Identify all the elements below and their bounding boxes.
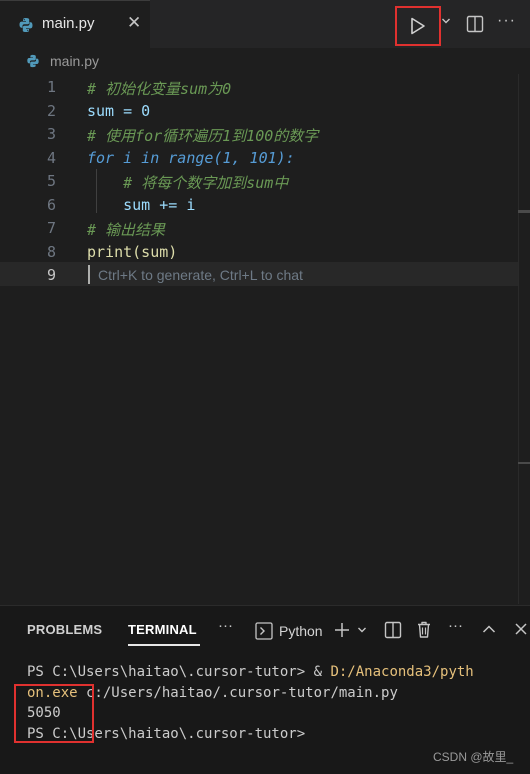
tab-problems[interactable]: PROBLEMS [27,622,102,637]
more-actions-icon[interactable]: ··· [497,12,516,30]
tab-terminal[interactable]: TERMINAL [128,622,197,637]
line-number: 8 [46,242,56,261]
active-tab-indicator [128,644,200,646]
breadcrumb-file[interactable]: main.py [50,53,99,69]
terminal-line: on.exe c:/Users/haitao/.cursor-tutor/mai… [27,683,517,704]
breadcrumb: main.py [0,48,530,74]
trash-icon[interactable] [415,620,433,639]
code-text: # 输出结果 [87,221,166,239]
code-text: print(sum) [87,242,178,261]
terminal-script-path: c:/Users/haitao/.cursor-tutor/main.py [77,684,398,701]
editor-scrollbar[interactable] [518,74,530,604]
close-icon[interactable]: ✕ [127,13,141,33]
ai-hint-text: Ctrl+K to generate, Ctrl+L to chat [98,267,303,283]
code-line-current[interactable]: 9 Ctrl+K to generate, Ctrl+L to chat [0,262,518,286]
panel-overflow-icon[interactable]: ··· [448,617,463,634]
text-cursor [88,265,90,284]
code-line[interactable]: 5 # 将每个数字加到sum中 [0,168,518,192]
terminal-line: PS C:\Users\haitao\.cursor-tutor> & D:/A… [27,662,517,683]
code-line[interactable]: 4 for i in range(1, 101): [0,145,518,169]
line-number: 7 [46,219,56,237]
split-editor-icon[interactable] [466,15,484,33]
scrollbar-marker [518,462,530,464]
scrollbar-marker [518,210,530,213]
python-file-icon [19,18,33,32]
terminal-icon[interactable] [255,622,273,640]
tab-label: main.py [42,15,95,32]
terminal-exe-path: D:/Anaconda3/pyth [330,664,474,680]
code-line[interactable]: 1 # 初始化变量sum为0 [0,74,518,98]
chevron-up-icon[interactable] [482,623,496,635]
code-text: sum = 0 [87,101,151,120]
line-number: 9 [46,266,56,284]
code-text: # 初始化变量sum为0 [87,80,232,98]
terminal-prompt-line: PS C:\Users\haitao\.cursor-tutor> [27,725,306,742]
code-line[interactable]: 3 # 使用for循环遍历1到100的数字 [0,121,518,145]
chevron-down-icon[interactable] [441,16,451,26]
terminal-result: 5050 [27,705,61,721]
terminal-profile-label[interactable]: Python [279,623,323,639]
split-terminal-icon[interactable] [384,621,402,639]
play-icon [411,17,425,35]
line-number: 2 [46,101,56,120]
watermark: CSDN @故里_ [433,750,514,764]
chevron-down-icon[interactable] [357,625,367,635]
code-text: sum += i [87,195,196,214]
code-line[interactable]: 7 # 输出结果 [0,215,518,239]
code-line[interactable]: 8 print(sum) [0,239,518,263]
line-number: 6 [46,195,56,214]
output-highlight-box [14,684,94,743]
code-line[interactable]: 6 sum += i [0,192,518,216]
line-number: 3 [46,125,56,143]
code-line[interactable]: 2 sum = 0 [0,98,518,122]
close-panel-icon[interactable] [514,622,528,636]
tab-main-py[interactable]: main.py ✕ [0,0,150,48]
python-file-icon [27,54,39,68]
code-text: # 将每个数字加到sum中 [87,174,289,192]
run-python-file-button[interactable] [395,6,441,46]
code-text: for i in range(1, 101): [87,148,295,167]
editor-tab-bar: main.py ✕ ··· [0,0,530,48]
line-number: 1 [46,78,56,96]
line-number: 5 [46,172,56,190]
terminal-output[interactable]: PS C:\Users\haitao\.cursor-tutor> & D:/A… [27,662,517,744]
terminal-prompt: PS C:\Users\haitao\.cursor-tutor> & [27,664,331,680]
code-text: # 使用for循环遍历1到100的数字 [87,127,319,145]
line-number: 4 [46,148,56,167]
code-editor[interactable]: 1 # 初始化变量sum为0 2 sum = 0 3 # 使用for循环遍历1到… [0,74,530,604]
plus-icon[interactable] [333,621,351,639]
panel-more-icon[interactable]: ··· [218,617,233,634]
